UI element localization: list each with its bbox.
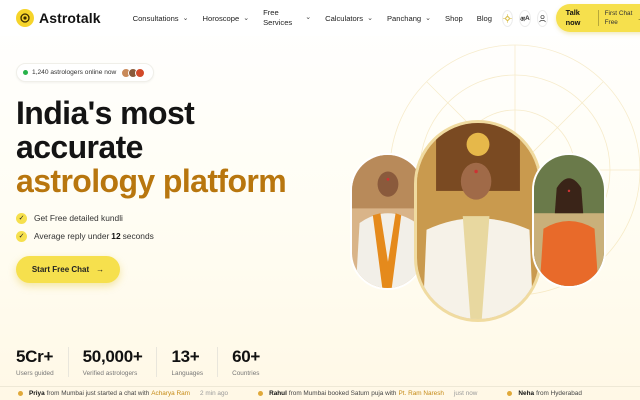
astrotalk-logo-icon <box>16 9 34 27</box>
astrologers-online-badge: 1,240 astrologers online now <box>16 63 154 82</box>
headline-line-2: accurate <box>16 129 143 165</box>
reply-seconds-value: 12 <box>111 231 121 241</box>
chevron-down-icon: ⌄ <box>182 15 189 22</box>
stat-value: 13+ <box>171 347 200 366</box>
stat-astrologers: 50,000+ Verified astrologers <box>83 347 158 377</box>
nav-label: Panchang <box>386 13 422 23</box>
nav-panchang[interactable]: Panchang ⌄ <box>387 14 431 23</box>
benefits-list: ✓ Get Free detailed kundli ✓ Average rep… <box>16 209 154 245</box>
headline-accent-line: astrology platform <box>16 163 287 199</box>
stat-label: Verified astrologers <box>82 370 138 377</box>
top-nav: Astrotalk Consultations ⌄ Horoscope ⌄ Free… <box>0 0 640 36</box>
cta-label: Start Free Chat <box>31 265 90 274</box>
stat-value: 60+ <box>232 347 261 366</box>
stat-countries: 60+ Countries <box>232 347 274 377</box>
stat-value: 50,000+ <box>82 347 143 366</box>
ticker-user-name: Neha <box>518 390 535 397</box>
arrow-right-icon: → <box>96 265 105 274</box>
ticker-dot <box>18 391 23 396</box>
headline-line-1: India's most <box>16 95 195 131</box>
nav-label: Consultations <box>132 13 179 23</box>
sun-icon <box>503 13 512 23</box>
talk-now-button[interactable]: Talk now First Chat Free → <box>555 4 640 32</box>
nav-free-services[interactable]: Free Services ⌄ <box>263 8 311 28</box>
stat-label: Languages <box>171 370 204 377</box>
brand-logo[interactable]: Astrotalk <box>16 9 101 27</box>
talk-now-label: Talk now <box>565 8 581 27</box>
chevron-down-icon: ⌄ <box>305 14 312 21</box>
ticker-time: 2 min ago <box>200 390 229 397</box>
nav-shop[interactable]: Shop <box>445 14 463 23</box>
ticker-item: Rahul from Mumbai booked Saturn puja wit… <box>258 390 477 397</box>
benefit-item: ✓ Get Free detailed kundli <box>16 209 154 227</box>
stat-value: 5Cr+ <box>16 347 54 366</box>
ticker-time: just now <box>453 390 478 397</box>
start-free-chat-button[interactable]: Start Free Chat → <box>16 256 120 283</box>
brand-name: Astrotalk <box>39 10 101 26</box>
nav-label: Blog <box>476 13 492 23</box>
stat-label: Users guided <box>16 370 54 377</box>
divider <box>597 10 599 26</box>
nav-label: Calculators <box>325 13 364 23</box>
ticker-dot <box>507 391 513 396</box>
nav-calculators[interactable]: Calculators ⌄ <box>325 14 373 23</box>
stat-users: 5Cr+ Users guided <box>16 347 69 377</box>
benefit-item: ✓ Average reply under 12 seconds <box>16 227 154 245</box>
astrologer-portrait-right <box>532 153 606 288</box>
online-status-dot <box>23 70 28 75</box>
nav-horoscope[interactable]: Horoscope ⌄ <box>202 14 249 23</box>
benefit-text: Get Free detailed kundli <box>34 213 123 223</box>
ticker-item: Priya from Mumbai just started a chat wi… <box>18 390 228 397</box>
nav-blog[interactable]: Blog <box>477 14 492 23</box>
check-icon: ✓ <box>16 230 27 242</box>
stat-languages: 13+ Languages <box>171 347 219 377</box>
stat-label: Countries <box>232 370 260 377</box>
nav-label: Horoscope <box>202 13 240 23</box>
ticker-astrologer-link[interactable]: Pt. Ram Naresh <box>399 390 444 397</box>
activity-ticker: Priya from Mumbai just started a chat wi… <box>0 386 640 400</box>
hero-headline: India's most accurate astrology platform <box>16 95 287 199</box>
nav-label: Free Services <box>263 8 293 27</box>
ticker-text: from Mumbai just started a chat with <box>46 390 150 397</box>
ticker-text: from Mumbai booked Saturn puja with <box>288 390 397 397</box>
arrow-right-icon: → <box>637 13 640 23</box>
avatar <box>135 67 146 78</box>
stats-row: 5Cr+ Users guided 50,000+ Verified astro… <box>16 347 288 377</box>
avatar-stack <box>121 67 146 78</box>
user-icon <box>538 14 546 22</box>
user-account-button[interactable] <box>536 9 548 27</box>
theme-toggle-button[interactable] <box>501 9 513 27</box>
language-label-english: A <box>524 14 530 22</box>
ticker-astrologer-link[interactable]: Acharya Ram <box>151 390 190 397</box>
nav-consultations[interactable]: Consultations ⌄ <box>133 14 189 23</box>
ticker-user-name: Rahul <box>269 390 287 397</box>
benefit-text: Average reply under <box>34 231 110 241</box>
benefit-text-suffix: seconds <box>122 231 154 241</box>
main-nav: Consultations ⌄ Horoscope ⌄ Free Services ⌄… <box>133 8 496 28</box>
chevron-down-icon: ⌄ <box>243 15 250 22</box>
ticker-user-name: Priya <box>29 390 45 397</box>
online-count-text: 1,240 astrologers online now <box>32 69 117 76</box>
language-toggle-button[interactable]: अA <box>518 9 531 27</box>
astrologer-portrait-center <box>414 120 542 322</box>
ticker-text: from Hyderabad <box>536 390 582 397</box>
chevron-down-icon: ⌄ <box>425 15 432 22</box>
check-icon: ✓ <box>16 212 27 224</box>
chevron-down-icon: ⌄ <box>367 15 373 22</box>
first-chat-free-label: First Chat Free <box>604 10 633 26</box>
ticker-dot <box>258 391 264 396</box>
ticker-item: Neha from Hyderabad <box>507 390 582 397</box>
nav-label: Shop <box>445 13 463 23</box>
